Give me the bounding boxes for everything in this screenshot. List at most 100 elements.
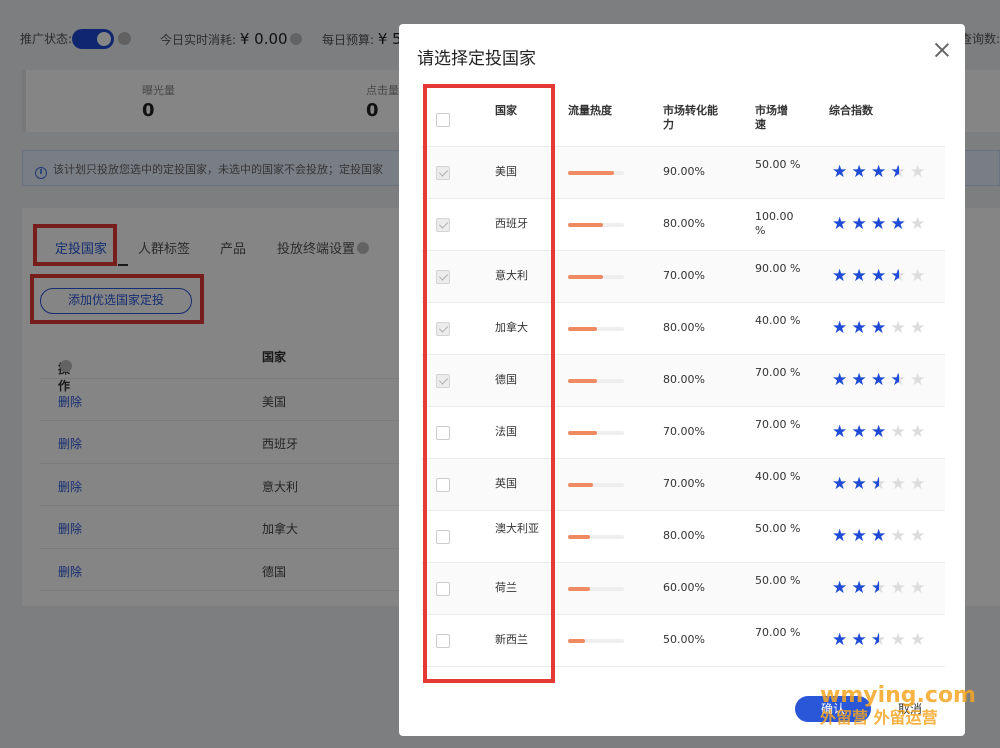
star-icon: ★ ★ — [890, 372, 906, 388]
star-icon: ★ — [910, 476, 926, 492]
star-icon: ★ ★ — [832, 320, 848, 336]
star-icon: ★ — [890, 528, 906, 544]
star-icon: ★ — [910, 164, 926, 180]
traffic-heat-bar — [568, 431, 624, 435]
traffic-heat-fill — [568, 327, 598, 331]
conversion-value: 80.00% — [663, 529, 705, 542]
star-icon: ★ ★ — [851, 320, 867, 336]
traffic-heat-fill — [568, 171, 614, 175]
traffic-heat-bar — [568, 483, 624, 487]
star-fill-icon: ★ — [832, 424, 848, 440]
star-icon: ★ ★ — [851, 632, 867, 648]
index-stars: ★ ★ ★ ★ ★ ★ ★ ★ ★ — [832, 216, 930, 234]
index-stars: ★ ★ ★ ★ ★ ★ ★ ★ — [832, 528, 930, 546]
star-icon: ★ ★ — [851, 268, 867, 284]
star-fill-icon: ★ — [851, 216, 867, 232]
traffic-heat-fill — [568, 483, 594, 487]
traffic-heat-fill — [568, 587, 591, 591]
star-icon: ★ — [910, 580, 926, 596]
traffic-heat-fill — [568, 223, 603, 227]
star-icon: ★ ★ — [890, 216, 906, 232]
star-icon: ★ — [890, 320, 906, 336]
growth-value: 50.00 % — [755, 158, 801, 171]
conversion-value: 50.00% — [663, 633, 705, 646]
close-icon[interactable] — [934, 42, 950, 58]
star-icon: ★ ★ — [871, 528, 887, 544]
star-icon: ★ — [910, 216, 926, 232]
star-icon: ★ ★ — [871, 632, 887, 648]
star-fill-icon: ★ — [832, 372, 848, 388]
star-fill-icon: ★ — [851, 528, 867, 544]
star-icon: ★ — [910, 424, 926, 440]
star-fill-icon: ★ — [871, 632, 879, 648]
conversion-value: 80.00% — [663, 217, 705, 230]
traffic-heat-bar — [568, 171, 624, 175]
growth-value: 70.00 % — [755, 626, 801, 639]
star-icon: ★ ★ — [851, 476, 867, 492]
star-fill-icon: ★ — [832, 164, 848, 180]
traffic-heat-bar — [568, 275, 624, 279]
star-icon: ★ — [890, 580, 906, 596]
traffic-heat-bar — [568, 587, 624, 591]
index-stars: ★ ★ ★ ★ ★ ★ ★ ★ — [832, 632, 930, 650]
watermark-line2: 外留营 外留运营 — [820, 708, 938, 727]
index-stars: ★ ★ ★ ★ ★ ★ ★ ★ — [832, 424, 930, 442]
star-icon: ★ — [910, 372, 926, 388]
growth-value: 70.00 % — [755, 418, 801, 431]
star-fill-icon: ★ — [851, 580, 867, 596]
star-fill-icon: ★ — [851, 424, 867, 440]
star-icon: ★ — [890, 632, 906, 648]
star-fill-icon: ★ — [832, 268, 848, 284]
header-growth: 市场增速 — [755, 104, 788, 131]
star-icon: ★ — [890, 476, 906, 492]
growth-value: 90.00 % — [755, 262, 801, 275]
star-icon: ★ ★ — [871, 164, 887, 180]
traffic-heat-fill — [568, 379, 598, 383]
star-fill-icon: ★ — [871, 528, 887, 544]
traffic-heat-fill — [568, 275, 603, 279]
star-fill-icon: ★ — [871, 580, 879, 596]
growth-value: 70.00 % — [755, 366, 801, 379]
star-icon: ★ ★ — [890, 164, 906, 180]
conversion-value: 90.00% — [663, 165, 705, 178]
star-icon: ★ — [910, 320, 926, 336]
star-icon: ★ ★ — [871, 424, 887, 440]
growth-value: 40.00 % — [755, 470, 801, 483]
star-icon: ★ — [910, 528, 926, 544]
traffic-heat-fill — [568, 431, 598, 435]
conversion-value: 70.00% — [663, 425, 705, 438]
conversion-value: 70.00% — [663, 477, 705, 490]
star-icon: ★ ★ — [832, 164, 848, 180]
star-icon: ★ — [910, 268, 926, 284]
index-stars: ★ ★ ★ ★ ★ ★ ★ ★ ★ — [832, 164, 930, 182]
growth-value: 50.00 % — [755, 574, 801, 587]
star-icon: ★ ★ — [832, 580, 848, 596]
watermark-line1: wmying.com — [820, 683, 976, 708]
star-icon: ★ ★ — [832, 632, 848, 648]
star-fill-icon: ★ — [871, 216, 887, 232]
star-icon: ★ ★ — [832, 268, 848, 284]
growth-value: 100.00 % — [755, 210, 794, 237]
star-icon: ★ ★ — [871, 216, 887, 232]
star-icon: ★ ★ — [871, 476, 887, 492]
star-icon: ★ ★ — [851, 580, 867, 596]
star-icon: ★ ★ — [832, 528, 848, 544]
traffic-heat-fill — [568, 639, 585, 643]
star-fill-icon: ★ — [890, 268, 899, 284]
star-fill-icon: ★ — [851, 320, 867, 336]
index-stars: ★ ★ ★ ★ ★ ★ ★ ★ ★ — [832, 268, 930, 286]
star-icon: ★ ★ — [832, 216, 848, 232]
star-fill-icon: ★ — [871, 476, 879, 492]
modal-title: 请选择定投国家 — [417, 49, 536, 69]
star-icon: ★ ★ — [832, 372, 848, 388]
star-icon: ★ ★ — [851, 372, 867, 388]
star-icon: ★ — [910, 632, 926, 648]
growth-value: 50.00 % — [755, 522, 801, 535]
star-fill-icon: ★ — [832, 632, 848, 648]
star-icon: ★ — [890, 424, 906, 440]
star-fill-icon: ★ — [890, 372, 899, 388]
growth-value: 40.00 % — [755, 314, 801, 327]
star-icon: ★ ★ — [871, 320, 887, 336]
header-traffic: 流量热度 — [568, 104, 612, 117]
star-icon: ★ ★ — [871, 372, 887, 388]
